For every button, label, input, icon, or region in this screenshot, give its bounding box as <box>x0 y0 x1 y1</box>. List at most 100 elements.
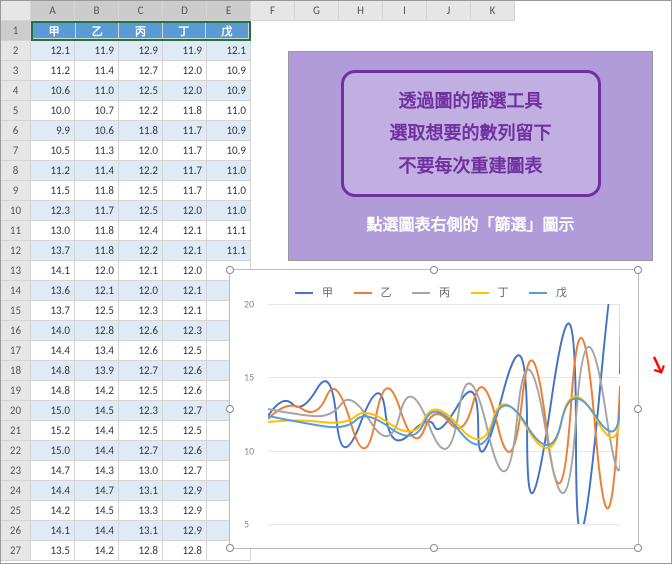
data-cell[interactable]: 11.7 <box>163 181 207 201</box>
data-cell[interactable]: 13.7 <box>31 241 75 261</box>
row-header[interactable]: 16 <box>1 321 31 341</box>
data-cell[interactable]: 12.5 <box>119 201 163 221</box>
selected-range[interactable]: 甲 乙 丙 丁 戊 <box>31 21 251 41</box>
data-cell[interactable]: 12.7 <box>119 361 163 381</box>
data-cell[interactable]: 12.2 <box>119 161 163 181</box>
data-cell[interactable]: 12.7 <box>119 441 163 461</box>
data-cell[interactable]: 11.7 <box>163 121 207 141</box>
legend-item[interactable]: 乙 <box>354 286 398 299</box>
data-cell[interactable]: 15.2 <box>31 421 75 441</box>
chart-legend[interactable]: 甲 乙 丙 丁 戊 <box>238 278 630 302</box>
data-cell[interactable]: 12.5 <box>119 421 163 441</box>
data-cell[interactable]: 11.7 <box>75 201 119 221</box>
col-header[interactable]: D <box>163 1 207 21</box>
col-header[interactable]: K <box>471 1 515 21</box>
data-cell[interactable]: 12.7 <box>163 401 207 421</box>
data-cell[interactable]: 14.2 <box>75 381 119 401</box>
data-cell[interactable]: 11.4 <box>75 61 119 81</box>
data-cell[interactable]: 12.6 <box>163 441 207 461</box>
data-cell[interactable]: 14.4 <box>31 481 75 501</box>
col-header[interactable]: F <box>251 1 295 21</box>
row-header[interactable]: 27 <box>1 541 31 561</box>
row-header[interactable]: 17 <box>1 341 31 361</box>
row-header[interactable]: 24 <box>1 481 31 501</box>
data-cell[interactable]: 12.1 <box>163 241 207 261</box>
row-header[interactable]: 12 <box>1 241 31 261</box>
data-cell[interactable]: 11.1 <box>207 241 251 261</box>
data-cell[interactable]: 11.8 <box>75 221 119 241</box>
col-header[interactable]: C <box>119 1 163 21</box>
row-header[interactable]: 13 <box>1 261 31 281</box>
data-cell[interactable]: 12.5 <box>119 381 163 401</box>
data-cell[interactable]: 12.5 <box>163 341 207 361</box>
data-cell[interactable]: 12.6 <box>119 341 163 361</box>
row-header[interactable]: 10 <box>1 201 31 221</box>
data-cell[interactable]: 12.0 <box>163 81 207 101</box>
legend-item[interactable]: 丙 <box>412 286 456 299</box>
data-cell[interactable]: 10.9 <box>207 121 251 141</box>
data-cell[interactable]: 12.0 <box>163 61 207 81</box>
data-cell[interactable]: 12.0 <box>163 261 207 281</box>
data-cell[interactable]: 12.4 <box>119 221 163 241</box>
col-header[interactable]: A <box>31 1 75 21</box>
data-cell[interactable]: 11.5 <box>31 181 75 201</box>
data-cell[interactable]: 12.6 <box>119 321 163 341</box>
data-cell[interactable]: 10.6 <box>75 121 119 141</box>
data-cell[interactable]: 12.1 <box>119 261 163 281</box>
data-cell[interactable]: 14.4 <box>31 341 75 361</box>
data-cell[interactable]: 12.1 <box>207 41 251 61</box>
row-header[interactable]: 7 <box>1 141 31 161</box>
data-cell[interactable]: 14.2 <box>31 501 75 521</box>
data-cell[interactable]: 12.1 <box>163 301 207 321</box>
data-cell[interactable]: 12.0 <box>75 261 119 281</box>
data-cell[interactable]: 13.7 <box>31 301 75 321</box>
data-cell[interactable]: 10.9 <box>207 141 251 161</box>
data-cell[interactable]: 11.0 <box>207 101 251 121</box>
data-cell[interactable]: 12.3 <box>31 201 75 221</box>
data-cell[interactable]: 10.6 <box>31 81 75 101</box>
data-cell[interactable]: 14.3 <box>75 461 119 481</box>
data-cell[interactable]: 12.0 <box>119 281 163 301</box>
data-cell[interactable]: 10.7 <box>75 101 119 121</box>
select-all-cell[interactable] <box>1 1 31 21</box>
row-header[interactable]: 19 <box>1 381 31 401</box>
data-cell[interactable]: 12.5 <box>119 81 163 101</box>
row-header[interactable]: 6 <box>1 121 31 141</box>
data-cell[interactable]: 12.6 <box>163 361 207 381</box>
row-header[interactable]: 20 <box>1 401 31 421</box>
data-cell[interactable]: 13.3 <box>119 501 163 521</box>
data-cell[interactable]: 11.2 <box>31 161 75 181</box>
data-cell[interactable]: 14.1 <box>31 261 75 281</box>
data-cell[interactable]: 11.8 <box>119 121 163 141</box>
data-cell[interactable]: 14.4 <box>75 421 119 441</box>
row-header[interactable]: 4 <box>1 81 31 101</box>
legend-item[interactable]: 丁 <box>471 286 515 299</box>
data-cell[interactable]: 12.8 <box>75 321 119 341</box>
data-cell[interactable]: 12.9 <box>119 41 163 61</box>
row-header[interactable]: 2 <box>1 41 31 61</box>
data-cell[interactable]: 14.2 <box>75 541 119 561</box>
data-cell[interactable]: 10.9 <box>207 81 251 101</box>
row-header[interactable]: 26 <box>1 521 31 541</box>
data-cell[interactable]: 14.4 <box>75 441 119 461</box>
data-cell[interactable]: 11.2 <box>31 61 75 81</box>
data-cell[interactable]: 14.7 <box>31 461 75 481</box>
data-cell[interactable]: 12.5 <box>163 421 207 441</box>
data-cell[interactable]: 12.7 <box>119 61 163 81</box>
data-cell[interactable]: 12.5 <box>75 301 119 321</box>
col-header[interactable]: H <box>339 1 383 21</box>
row-header[interactable]: 14 <box>1 281 31 301</box>
data-cell[interactable]: 12.2 <box>119 101 163 121</box>
data-cell[interactable]: 10.9 <box>207 61 251 81</box>
data-cell[interactable]: 15.0 <box>31 401 75 421</box>
data-cell[interactable]: 13.0 <box>119 461 163 481</box>
data-cell[interactable]: 12.3 <box>119 401 163 421</box>
data-cell[interactable]: 11.8 <box>75 181 119 201</box>
data-cell[interactable]: 11.0 <box>75 81 119 101</box>
data-cell[interactable]: 12.1 <box>75 281 119 301</box>
data-cell[interactable]: 11.0 <box>207 161 251 181</box>
data-cell[interactable]: 11.7 <box>163 141 207 161</box>
data-cell[interactable]: 13.0 <box>31 221 75 241</box>
row-header[interactable]: 5 <box>1 101 31 121</box>
data-cell[interactable]: 12.0 <box>119 141 163 161</box>
